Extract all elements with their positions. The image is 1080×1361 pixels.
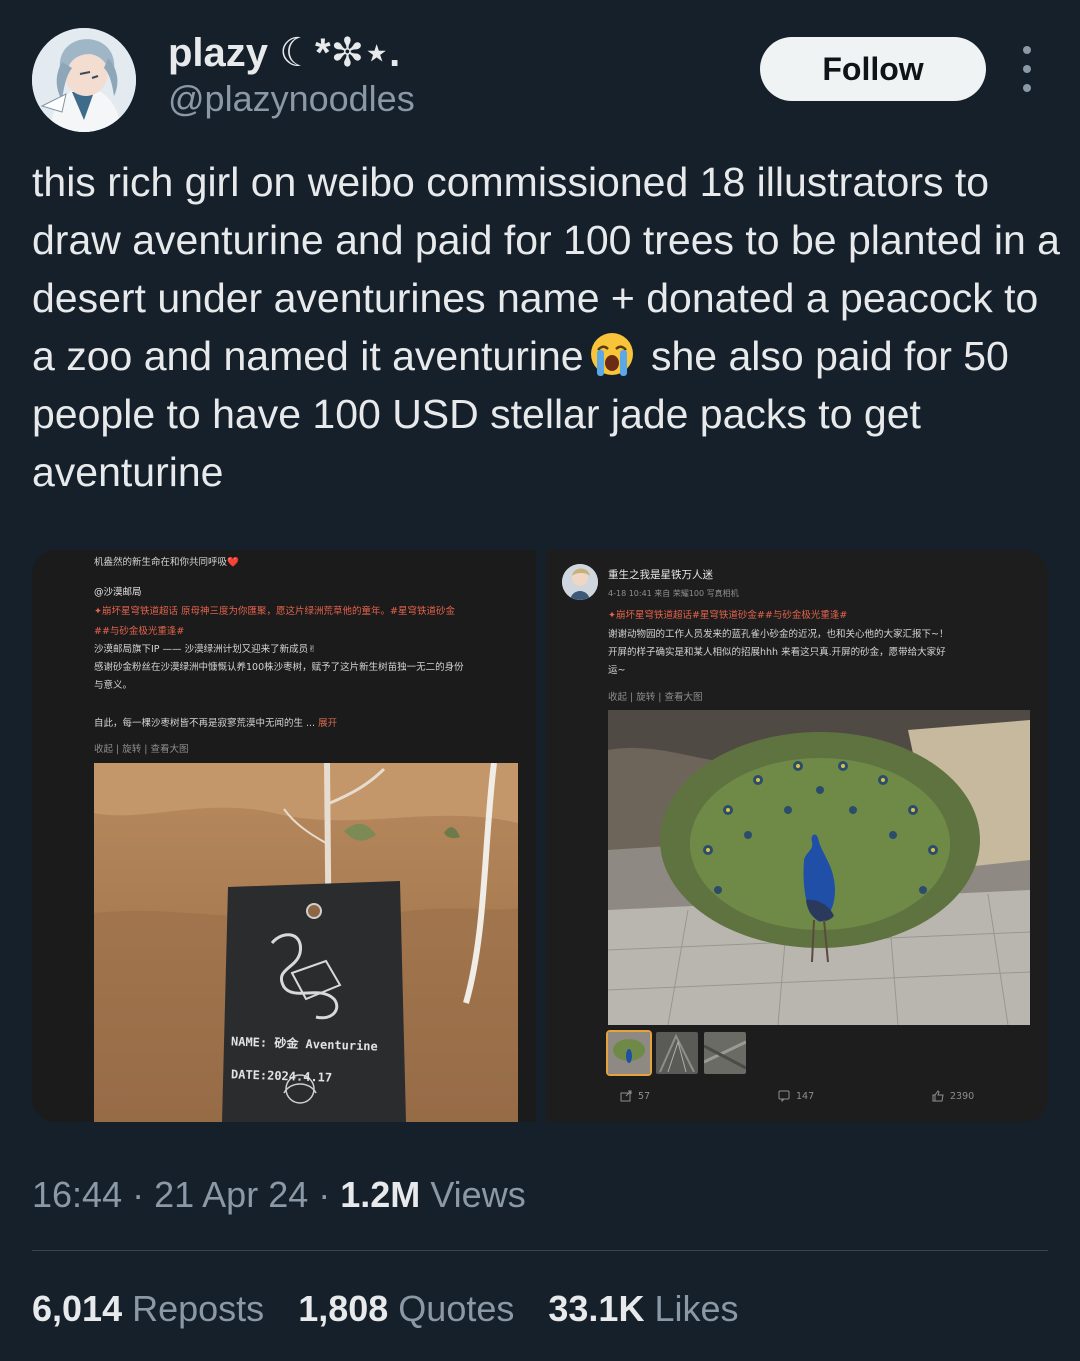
weibo-tag-line[interactable]: ✦崩坏星穹铁道超话 原母神三度为你匯聚，愿这片绿洲荒草他的童年。#星穹铁道砂金 bbox=[94, 604, 455, 619]
thumbs-up-icon bbox=[932, 1090, 944, 1102]
author-avatar[interactable] bbox=[32, 28, 136, 132]
tweet-media[interactable]: 机盎然的新生命在和你共同呼吸❤️ @沙漠邮局 ✦崩坏星穹铁道超话 原母神三度为你… bbox=[32, 550, 1048, 1122]
weibo-screenshot-desert[interactable]: 机盎然的新生命在和你共同呼吸❤️ @沙漠邮局 ✦崩坏星穹铁道超话 原母神三度为你… bbox=[32, 550, 536, 1122]
weibo-screenshot-peacock[interactable]: 重生之我是星铁万人迷 4-18 10:41 来自 荣耀100 写真相机 ✦崩坏星… bbox=[546, 550, 1048, 1122]
views-count: 1.2M bbox=[340, 1174, 421, 1215]
likes-stat[interactable]: 33.1K Likes bbox=[548, 1288, 738, 1330]
tweet-meta: 16:44 · 21 Apr 24 · 1.2M Views bbox=[32, 1174, 526, 1216]
weibo-body-line: 自此，每一棵沙枣树皆不再是寂寥荒漠中无闻的生 ... 展开 bbox=[94, 718, 338, 729]
weibo-body-line: 与意义。 bbox=[94, 680, 133, 691]
peacock-photo bbox=[608, 710, 1030, 1025]
expand-link[interactable]: 展开 bbox=[318, 718, 337, 729]
tweet-page: plazy ☾*✼⋆. @plazynoodles Follow this ri… bbox=[0, 0, 1080, 1361]
loudly-crying-face-icon bbox=[590, 333, 633, 376]
weibo-body-line: 运~ bbox=[608, 665, 626, 676]
engagement-stats: 6,014 Reposts 1,808 Quotes 33.1K Likes bbox=[32, 1288, 739, 1330]
quotes-stat[interactable]: 1,808 Quotes bbox=[298, 1288, 514, 1330]
weibo-body-line: 谢谢动物园的工作人员发来的蓝孔雀小砂金的近况，也和关心他的大家汇报下~！ bbox=[608, 629, 949, 640]
more-options-icon[interactable] bbox=[1012, 46, 1042, 92]
reposts-stat[interactable]: 6,014 Reposts bbox=[32, 1288, 264, 1330]
meta-separator: · bbox=[132, 1174, 155, 1215]
weibo-tag-line[interactable]: ✦崩坏星穹铁道超话#星穹铁道砂金##与砂金极光重逢# bbox=[608, 608, 847, 623]
weibo-repost-stat[interactable]: 57 bbox=[620, 1090, 650, 1102]
quotes-label: Quotes bbox=[398, 1288, 515, 1329]
tweet-date[interactable]: 21 Apr 24 bbox=[154, 1174, 308, 1215]
weibo-tag-line-2[interactable]: ##与砂金极光重逢# bbox=[94, 624, 184, 639]
reposts-label: Reposts bbox=[132, 1288, 265, 1329]
tweet-time[interactable]: 16:44 bbox=[32, 1174, 122, 1215]
weibo-like-stat[interactable]: 2390 bbox=[932, 1090, 974, 1102]
share-icon bbox=[620, 1090, 632, 1102]
views-label: Views bbox=[430, 1174, 526, 1215]
likes-label: Likes bbox=[654, 1288, 739, 1329]
quotes-count: 1,808 bbox=[298, 1288, 389, 1329]
weibo-body-line: 感谢砂金粉丝在沙漠绿洲中慷慨认养100株沙枣树，赋予了这片新生树苗独一无二的身份 bbox=[94, 662, 464, 673]
weibo-account[interactable]: @沙漠邮局 bbox=[94, 585, 142, 600]
memorial-tag bbox=[222, 881, 406, 1122]
weibo-like-count: 2390 bbox=[950, 1090, 975, 1102]
weibo-comment-stat[interactable]: 147 bbox=[778, 1090, 814, 1102]
weibo-repost-count: 57 bbox=[638, 1090, 651, 1102]
weibo-actions[interactable]: 收起 | 旋转 | 查看大图 bbox=[608, 690, 702, 705]
thumbnail-feathers[interactable] bbox=[656, 1032, 698, 1074]
reposts-count: 6,014 bbox=[32, 1288, 123, 1329]
avatar-illustration bbox=[32, 28, 136, 132]
weibo-actions[interactable]: 收起 | 旋转 | 查看大图 bbox=[94, 742, 188, 757]
comment-icon bbox=[778, 1090, 790, 1102]
divider bbox=[32, 1250, 1048, 1251]
tweet-text: this rich girl on weibo commissioned 18 … bbox=[32, 153, 1062, 501]
weibo-top-line: 机盎然的新生命在和你共同呼吸❤️ bbox=[94, 557, 239, 568]
weibo-post-meta: 4-18 10:41 来自 荣耀100 写真相机 bbox=[608, 589, 739, 598]
desert-tree-photo: NAME: 砂金 Aventurine DATE:2024.4.17 bbox=[94, 763, 518, 1122]
likes-count: 33.1K bbox=[548, 1288, 645, 1329]
follow-button[interactable]: Follow bbox=[760, 37, 986, 101]
weibo-body-line: 开屏的样子确实是和某人相似的招展hhh 来看这只真.开屏的砂金，愿带给大家好 bbox=[608, 647, 946, 658]
thumbnail-peacock[interactable] bbox=[606, 1030, 652, 1076]
weibo-username[interactable]: 重生之我是星铁万人迷 bbox=[608, 568, 713, 583]
weibo-user-avatar[interactable] bbox=[562, 564, 598, 600]
thumbnail-close-up[interactable] bbox=[704, 1032, 746, 1074]
author-display-name[interactable]: plazy ☾*✼⋆. bbox=[168, 30, 400, 76]
meta-separator: · bbox=[318, 1174, 341, 1215]
photo-thumbnails bbox=[606, 1030, 746, 1076]
author-handle[interactable]: @plazynoodles bbox=[168, 78, 415, 120]
weibo-comment-count: 147 bbox=[796, 1090, 815, 1102]
weibo-body-line: 沙漠邮局旗下IP —— 沙漠绿洲计划又迎来了新成员✌ bbox=[94, 644, 317, 655]
